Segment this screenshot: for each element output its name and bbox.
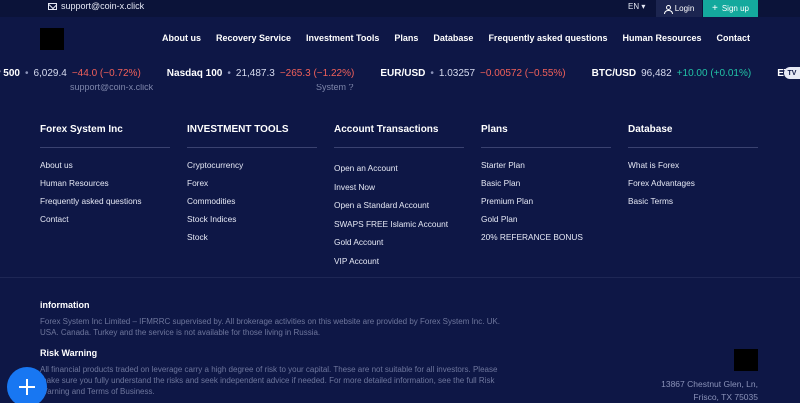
support-email-text: support@coin-x.click — [61, 1, 145, 11]
ticker-item[interactable]: Nasdaq 100 • 21,487.3 −265.3 (−1.22%) — [167, 68, 375, 79]
footer-link-human-resources[interactable]: Human Resources — [40, 178, 170, 188]
footer-divider — [0, 277, 800, 278]
footer-link-forex[interactable]: Forex — [187, 178, 317, 188]
nav-database[interactable]: Database — [433, 33, 473, 43]
footer-link-cryptocurrency[interactable]: Cryptocurrency — [187, 160, 317, 170]
footer-link-starter-plan[interactable]: Starter Plan — [481, 160, 611, 170]
information-text: Forex System Inc Limited – IFMRRC superv… — [40, 317, 501, 337]
footer-link-open-account[interactable]: Open an Account — [334, 163, 464, 173]
footer-column-company: Forex System Inc About us Human Resource… — [40, 124, 170, 232]
plus-icon: + — [712, 3, 718, 14]
nav-human-resources[interactable]: Human Resources — [622, 33, 701, 43]
footer-link-invest-now[interactable]: Invest Now — [334, 182, 464, 192]
ticker-change: −44.0 (−0.72%) — [71, 67, 141, 79]
signup-button[interactable]: + Sign up — [703, 0, 758, 17]
footer-link-basic-plan[interactable]: Basic Plan — [481, 178, 611, 188]
ticker-change: −265.3 (−1.22%) — [279, 67, 355, 79]
ticker-symbol: P 500 — [0, 67, 20, 79]
footer-link-referance-bonus[interactable]: 20% REFERANCE BONUS — [481, 232, 611, 242]
footer-link-forex-advantages[interactable]: Forex Advantages — [628, 178, 758, 188]
footer-column-account-transactions: Account Transactions Open an Account Inv… — [334, 124, 464, 275]
nav-plans[interactable]: Plans — [394, 33, 418, 43]
signup-label: Sign up — [721, 4, 749, 13]
ticker-item[interactable]: EUR/USD • 1.03257 −0.00572 (−0.55%) — [380, 68, 585, 79]
mail-icon — [48, 2, 57, 10]
risk-warning-text: All financial products traded on leverag… — [40, 365, 498, 396]
top-bar: support@coin-x.click EN ▾ Login + Sign u… — [0, 0, 800, 17]
ticker-dot: • — [24, 67, 29, 79]
ticker-item[interactable]: BTC/USD 96,482 +10.00 (+0.01%) — [592, 68, 772, 79]
ticker-item[interactable]: P 500 • 6,029.4 −44.0 (−0.72%) — [0, 68, 161, 79]
caret-down-icon: ▾ — [641, 2, 646, 11]
support-email[interactable]: support@coin-x.click — [48, 1, 144, 11]
footer-link-stock[interactable]: Stock — [187, 232, 317, 242]
address-line-2: Frisco, TX 75035 — [693, 392, 758, 402]
column-title: Forex System Inc — [40, 124, 170, 148]
ticker-symbol: BTC/USD — [591, 67, 637, 79]
language-selector[interactable]: EN ▾ — [628, 2, 645, 11]
company-address: 13867 Chestnut Glen, Ln, Frisco, TX 7503… — [661, 378, 758, 403]
column-title: Account Transactions — [334, 124, 464, 148]
nav-contact[interactable]: Contact — [717, 33, 751, 43]
ticker-price: 1.03257 — [438, 67, 476, 79]
ticker-price: 21,487.3 — [235, 67, 275, 79]
ticker-dot: • — [430, 67, 434, 79]
footer-logo — [734, 349, 758, 371]
nav-investment-tools[interactable]: Investment Tools — [306, 33, 379, 43]
nav-faq[interactable]: Frequently asked questions — [488, 33, 607, 43]
footer-link-gold-plan[interactable]: Gold Plan — [481, 214, 611, 224]
ticker-price: 6,029.4 — [33, 67, 67, 79]
footer-link-standard-account[interactable]: Open a Standard Account — [334, 200, 464, 210]
footer-link-vip-account[interactable]: VIP Account — [334, 256, 464, 266]
floating-add-button[interactable] — [7, 367, 47, 403]
footer-link-about-us[interactable]: About us — [40, 160, 170, 170]
footer-link-contact[interactable]: Contact — [40, 214, 170, 224]
footer-link-premium-plan[interactable]: Premium Plan — [481, 196, 611, 206]
site-logo[interactable] — [40, 28, 64, 50]
main-nav: About us Recovery Service Investment Too… — [162, 33, 750, 43]
ticker-price: 96,482 — [641, 67, 672, 79]
footer-link-faq[interactable]: Frequently asked questions — [40, 196, 170, 206]
login-button[interactable]: Login — [656, 0, 702, 17]
ticker-change: +10.00 (+0.01%) — [676, 67, 752, 79]
ticker-symbol: Nasdaq 100 — [166, 67, 223, 79]
nav-about-us[interactable]: About us — [162, 33, 201, 43]
column-title: INVESTMENT TOOLS — [187, 124, 317, 148]
address-line-1: 13867 Chestnut Glen, Ln, — [661, 379, 758, 389]
price-ticker[interactable]: P 500 • 6,029.4 −44.0 (−0.72%) Nasdaq 10… — [0, 62, 800, 84]
footer-column-plans: Plans Starter Plan Basic Plan Premium Pl… — [481, 124, 611, 250]
footer-link-stock-indices[interactable]: Stock Indices — [187, 214, 317, 224]
ticker-dot: • — [227, 67, 231, 79]
information-heading: information — [40, 300, 90, 310]
column-title: Plans — [481, 124, 611, 148]
risk-warning-heading: Risk Warning — [40, 348, 98, 358]
footer-column-investment-tools: INVESTMENT TOOLS Cryptocurrency Forex Co… — [187, 124, 317, 250]
language-label: EN — [628, 2, 640, 11]
footer-link-gold-account[interactable]: Gold Account — [334, 237, 464, 247]
footer-link-swaps-free-account[interactable]: SWAPS FREE Islamic Account — [334, 219, 464, 229]
footer-link-basic-terms[interactable]: Basic Terms — [628, 196, 758, 206]
plus-icon — [19, 379, 35, 395]
ticker-symbol: EUR/USD — [380, 67, 426, 79]
login-label: Login — [674, 4, 695, 13]
column-title: Database — [628, 124, 758, 148]
footer-column-database: Database What is Forex Forex Advantages … — [628, 124, 758, 214]
tradingview-badge[interactable]: TV — [784, 67, 800, 79]
ticker-change: −0.00572 (−0.55%) — [480, 67, 566, 79]
nav-recovery-service[interactable]: Recovery Service — [216, 33, 291, 43]
footer-link-commodities[interactable]: Commodities — [187, 196, 317, 206]
user-icon — [663, 4, 673, 14]
footer-link-what-is-forex[interactable]: What is Forex — [628, 160, 758, 170]
